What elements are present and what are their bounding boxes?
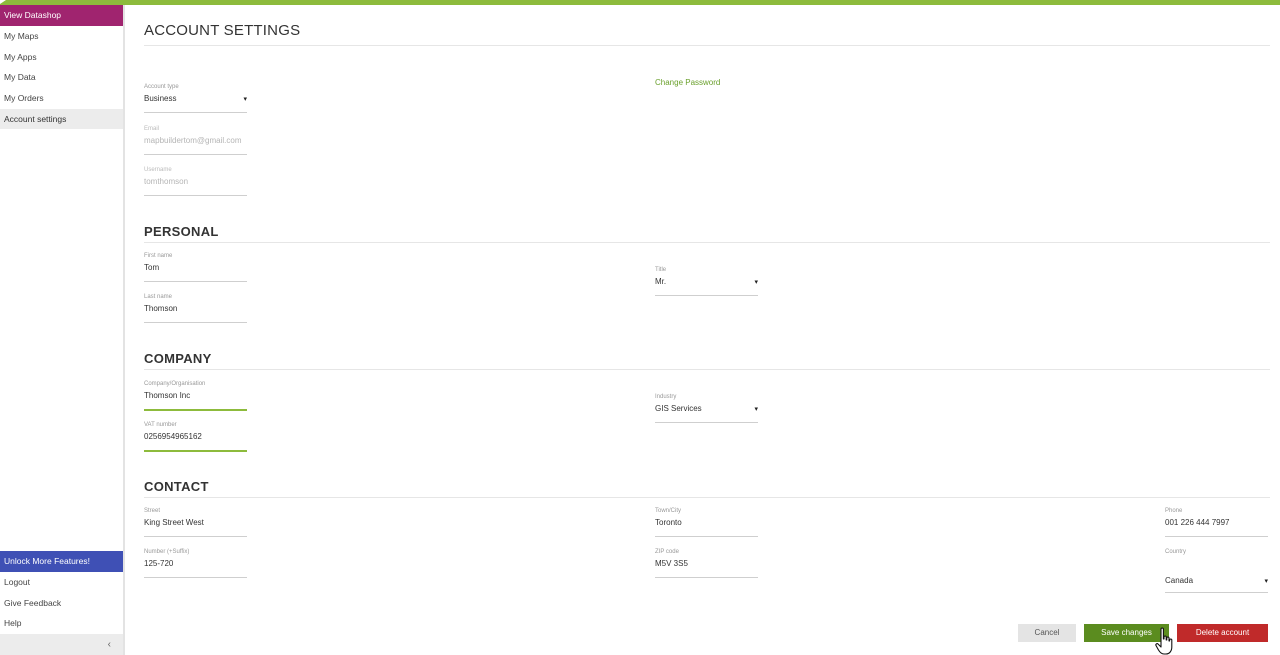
country-value: Canada (1165, 576, 1194, 585)
sidebar-item-my-maps[interactable]: My Maps (0, 26, 123, 46)
industry-select[interactable]: Industry GIS Services ▾ (655, 394, 758, 426)
page-title: ACCOUNT SETTINGS (144, 22, 301, 39)
last-name-label: Last name (144, 294, 173, 300)
title-value: Mr. (655, 277, 667, 286)
last-name-value: Thomson (144, 304, 178, 313)
change-password-link[interactable]: Change Password (655, 78, 720, 87)
personal-divider (144, 242, 1270, 243)
dropdown-arrow-icon: ▾ (754, 406, 758, 413)
phone-value: 001 226 444 7997 (1165, 518, 1230, 527)
sidebar-item-give-feedback[interactable]: Give Feedback (0, 593, 123, 613)
industry-label: Industry (655, 394, 677, 400)
title-divider (144, 45, 1270, 46)
sidebar-item-account-settings[interactable]: Account settings (0, 109, 123, 129)
vat-number-value: 0256954965162 (144, 432, 202, 441)
number-value: 125-720 (144, 559, 174, 568)
personal-heading: PERSONAL (144, 224, 219, 239)
street-label: Street (144, 508, 161, 514)
username-value: tomthomson (144, 177, 189, 186)
phone-field[interactable]: Phone 001 226 444 7997 (1165, 508, 1268, 540)
country-select[interactable]: Country Canada ▾ (1165, 549, 1268, 595)
dropdown-arrow-icon: ▾ (754, 279, 758, 286)
sidebar: View Datashop My Maps My Apps My Data My… (0, 5, 125, 655)
last-name-field[interactable]: Last name Thomson (144, 294, 247, 326)
first-name-field[interactable]: First name Tom (144, 253, 247, 285)
delete-account-button[interactable]: Delete account (1177, 624, 1268, 642)
top-accent-bar (0, 0, 1280, 5)
email-field: Email mapbuildertom@gmail.com (144, 126, 247, 158)
hand-pointer-icon (1155, 627, 1173, 655)
collapse-sidebar-button[interactable]: ‹ (0, 634, 123, 655)
title-label: Title (655, 267, 667, 273)
cancel-button[interactable]: Cancel (1018, 624, 1076, 642)
zip-code-value: M5V 3S5 (655, 559, 688, 568)
dropdown-arrow-icon: ▾ (243, 96, 247, 103)
number-field[interactable]: Number (+Suffix) 125-720 (144, 549, 247, 581)
sidebar-item-logout[interactable]: Logout (0, 572, 123, 592)
street-field[interactable]: Street King Street West (144, 508, 247, 540)
organisation-field[interactable]: Company/Organisation Thomson Inc (144, 381, 247, 413)
email-value: mapbuildertom@gmail.com (144, 136, 242, 145)
sidebar-item-my-orders[interactable]: My Orders (0, 88, 123, 108)
zip-code-field[interactable]: ZIP code M5V 3S5 (655, 549, 758, 581)
username-label: Username (144, 167, 172, 173)
number-label: Number (+Suffix) (144, 549, 190, 555)
account-type-select[interactable]: Account type Business ▾ (144, 84, 247, 116)
first-name-value: Tom (144, 263, 160, 272)
organisation-label: Company/Organisation (144, 381, 206, 387)
contact-divider (144, 497, 1270, 498)
vat-number-label: VAT number (144, 422, 177, 428)
phone-label: Phone (1165, 508, 1183, 514)
contact-heading: CONTACT (144, 479, 209, 494)
sidebar-item-my-apps[interactable]: My Apps (0, 47, 123, 67)
zip-code-label: ZIP code (655, 549, 679, 555)
title-select[interactable]: Title Mr. ▾ (655, 267, 758, 299)
chevron-left-icon: ‹ (107, 639, 111, 650)
industry-value: GIS Services (655, 404, 702, 413)
street-value: King Street West (144, 518, 204, 527)
country-label: Country (1165, 549, 1187, 555)
town-city-value: Toronto (655, 518, 682, 527)
unlock-features-button[interactable]: Unlock More Features! (0, 551, 123, 572)
dropdown-arrow-icon: ▾ (1264, 578, 1268, 585)
username-field: Username tomthomson (144, 167, 247, 199)
vat-number-field[interactable]: VAT number 0256954965162 (144, 422, 247, 454)
first-name-label: First name (144, 253, 173, 259)
town-city-field[interactable]: Town/City Toronto (655, 508, 758, 540)
company-divider (144, 369, 1270, 370)
account-type-value: Business (144, 94, 177, 103)
company-heading: COMPANY (144, 351, 212, 366)
organisation-value: Thomson Inc (144, 391, 191, 400)
email-label: Email (144, 126, 160, 132)
sidebar-item-help[interactable]: Help (0, 613, 123, 633)
sidebar-item-my-data[interactable]: My Data (0, 67, 123, 87)
view-datashop-button[interactable]: View Datashop (0, 5, 123, 26)
account-type-label: Account type (144, 84, 179, 90)
town-city-label: Town/City (655, 508, 682, 514)
